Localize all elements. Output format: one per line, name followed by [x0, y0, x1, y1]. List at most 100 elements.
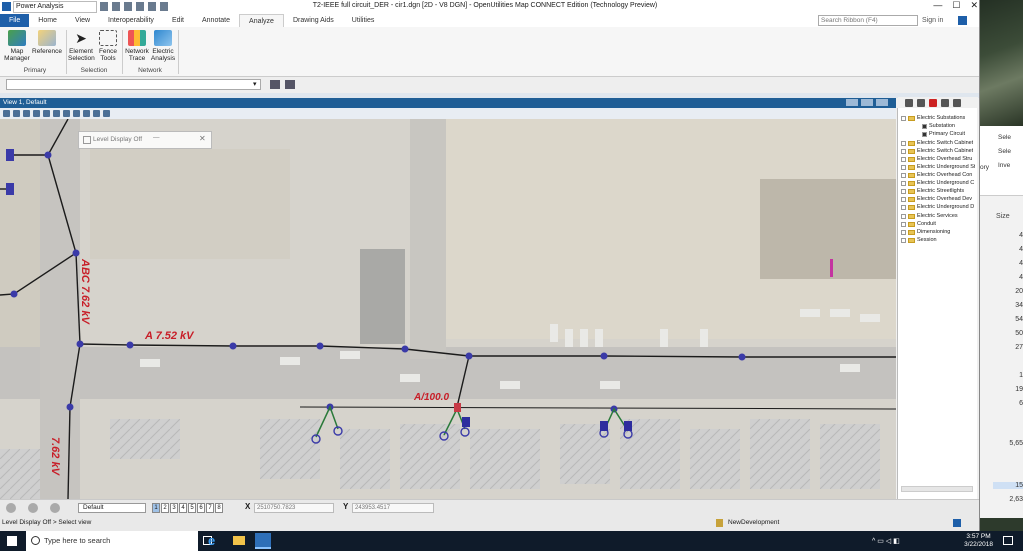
filter-icon[interactable] [285, 80, 295, 89]
dialog-close-button[interactable]: ✕ [199, 134, 206, 143]
dialog-minimize-button[interactable]: — [153, 134, 160, 141]
expand-icon[interactable] [901, 115, 906, 121]
level-display-dialog[interactable]: Level Display Off — ✕ [78, 131, 212, 149]
copy-view-icon[interactable] [103, 110, 110, 117]
lock-icon[interactable] [716, 519, 723, 527]
network-trace-button[interactable]: Network Trace [124, 30, 150, 62]
expand-icon[interactable] [901, 229, 906, 235]
expand-icon[interactable] [901, 213, 906, 219]
tree-item-overhead-structure[interactable]: Electric Overhead Stru [901, 155, 972, 163]
view-close-button[interactable] [876, 99, 888, 106]
save-icon[interactable] [124, 2, 132, 11]
workspace-selector[interactable]: Power Analysis [13, 1, 97, 13]
tree-item-conduit[interactable]: Conduit [901, 220, 936, 228]
view-button-2[interactable]: 2 [161, 503, 169, 513]
forward-circle-icon[interactable] [28, 503, 38, 513]
tab-edit[interactable]: Edit [163, 14, 193, 27]
view-button-7[interactable]: 7 [206, 503, 214, 513]
table-icon[interactable] [917, 98, 925, 107]
windows-start-icon[interactable] [7, 536, 17, 546]
tab-view[interactable]: View [66, 14, 99, 27]
file-explorer-icon[interactable] [233, 536, 245, 545]
reference-button[interactable]: Reference [32, 30, 62, 55]
tab-analyze[interactable]: Analyze [239, 14, 284, 27]
tree-item-underground-conductor[interactable]: Electric Underground C [901, 179, 974, 187]
tree-item-switch-cabinet-1[interactable]: Electric Switch Cabinet [901, 139, 973, 147]
status-indicator-icon[interactable] [953, 519, 961, 527]
expand-icon[interactable] [901, 172, 906, 178]
expand-icon[interactable] [901, 196, 906, 202]
back-circle-icon[interactable] [6, 503, 16, 513]
text-style-icon[interactable] [929, 98, 937, 107]
tree-horizontal-scrollbar[interactable] [901, 486, 973, 492]
tab-file[interactable]: File [0, 14, 30, 27]
pan-view-icon[interactable] [73, 110, 80, 117]
view-button-3[interactable]: 3 [170, 503, 178, 513]
view-button-8[interactable]: 8 [215, 503, 223, 513]
menu-circle-icon[interactable] [50, 503, 60, 513]
close-button[interactable]: ✕ [970, 0, 978, 11]
notifications-icon[interactable] [1003, 536, 1013, 545]
sign-in-link[interactable]: Sign in [922, 14, 943, 27]
size-value-selected[interactable]: 15 [993, 482, 1023, 489]
system-tray-icons[interactable]: ^ ▭ ◁ ◧ [872, 537, 900, 545]
view-maximize-button[interactable] [861, 99, 873, 106]
dropdown-arrow-icon[interactable]: ▾ [253, 80, 257, 88]
zoom-out-icon[interactable] [33, 110, 40, 117]
pin-icon[interactable] [160, 2, 168, 11]
tree-item-primary-circuit[interactable]: Primary Circuit [922, 130, 965, 138]
openutilities-taskbar-icon[interactable] [255, 533, 271, 549]
tree-item-underground-structure[interactable]: Electric Underground St [901, 163, 975, 171]
map-canvas[interactable]: ABC 7.62 kV A 7.52 kV 7.62 kV A/100.0 Le… [0, 119, 896, 499]
tree-item-session[interactable]: Session [901, 236, 937, 244]
fence-tools-button[interactable]: Fence Tools [96, 30, 120, 62]
tab-interoperability[interactable]: Interoperability [99, 14, 163, 27]
tab-home[interactable]: Home [29, 14, 66, 27]
search-ribbon-input[interactable]: Search Ribbon (F4) [818, 15, 918, 26]
expand-icon[interactable] [901, 204, 906, 210]
view-button-4[interactable]: 4 [179, 503, 187, 513]
view-button-1[interactable]: 1 [152, 503, 160, 513]
taskbar-clock[interactable]: 3:57 PM 3/22/2018 [964, 533, 993, 549]
tree-item-overhead-device[interactable]: Electric Overhead Dev [901, 195, 972, 203]
key-in-field[interactable] [6, 79, 261, 90]
layer-icon[interactable] [905, 98, 913, 107]
expand-icon[interactable] [901, 148, 906, 154]
window-area-icon[interactable] [43, 110, 50, 117]
view-button-5[interactable]: 5 [188, 503, 196, 513]
new-file-icon[interactable] [100, 2, 108, 11]
tree-item-underground-device[interactable]: Electric Underground D [901, 203, 974, 211]
view-previous-icon[interactable] [83, 110, 90, 117]
tree-item-substation[interactable]: Substation [922, 122, 955, 130]
redo-icon[interactable] [148, 2, 156, 11]
properties-icon[interactable] [953, 98, 961, 107]
tree-item-electric-substations[interactable]: Electric Substations [901, 114, 965, 122]
tab-utilities[interactable]: Utilities [343, 14, 384, 27]
rotate-view-icon[interactable] [63, 110, 70, 117]
side-item-3[interactable]: Inve [998, 162, 1010, 169]
electric-analysis-button[interactable]: Electric Analysis [150, 30, 176, 62]
help-icon[interactable] [958, 16, 967, 25]
taskbar-search-box[interactable]: Type here to search [26, 531, 198, 551]
display-style-icon[interactable] [13, 110, 20, 117]
tree-item-overhead-conductor[interactable]: Electric Overhead Con [901, 171, 972, 179]
tab-annotate[interactable]: Annotate [193, 14, 239, 27]
minimize-button[interactable]: — [933, 0, 942, 11]
tree-item-dimensioning[interactable]: Dimensioning [901, 228, 950, 236]
list-icon[interactable] [941, 98, 949, 107]
view-attributes-select[interactable]: Default [78, 503, 146, 513]
edge-browser-icon[interactable]: e [208, 534, 215, 548]
fit-view-icon[interactable] [53, 110, 60, 117]
map-manager-button[interactable]: Map Manager [4, 30, 30, 62]
view-button-6[interactable]: 6 [197, 503, 205, 513]
expand-icon[interactable] [901, 140, 906, 146]
expand-icon[interactable] [901, 237, 906, 243]
undo-icon[interactable] [136, 2, 144, 11]
expand-icon[interactable] [901, 180, 906, 186]
tree-item-switch-cabinet-2[interactable]: Electric Switch Cabinet [901, 147, 973, 155]
x-coordinate-field[interactable]: 2510750.7823 [254, 503, 334, 513]
view-minimize-button[interactable] [846, 99, 858, 106]
expand-icon[interactable] [901, 156, 906, 162]
expand-icon[interactable] [901, 188, 906, 194]
tab-drawing-aids[interactable]: Drawing Aids [284, 14, 343, 27]
